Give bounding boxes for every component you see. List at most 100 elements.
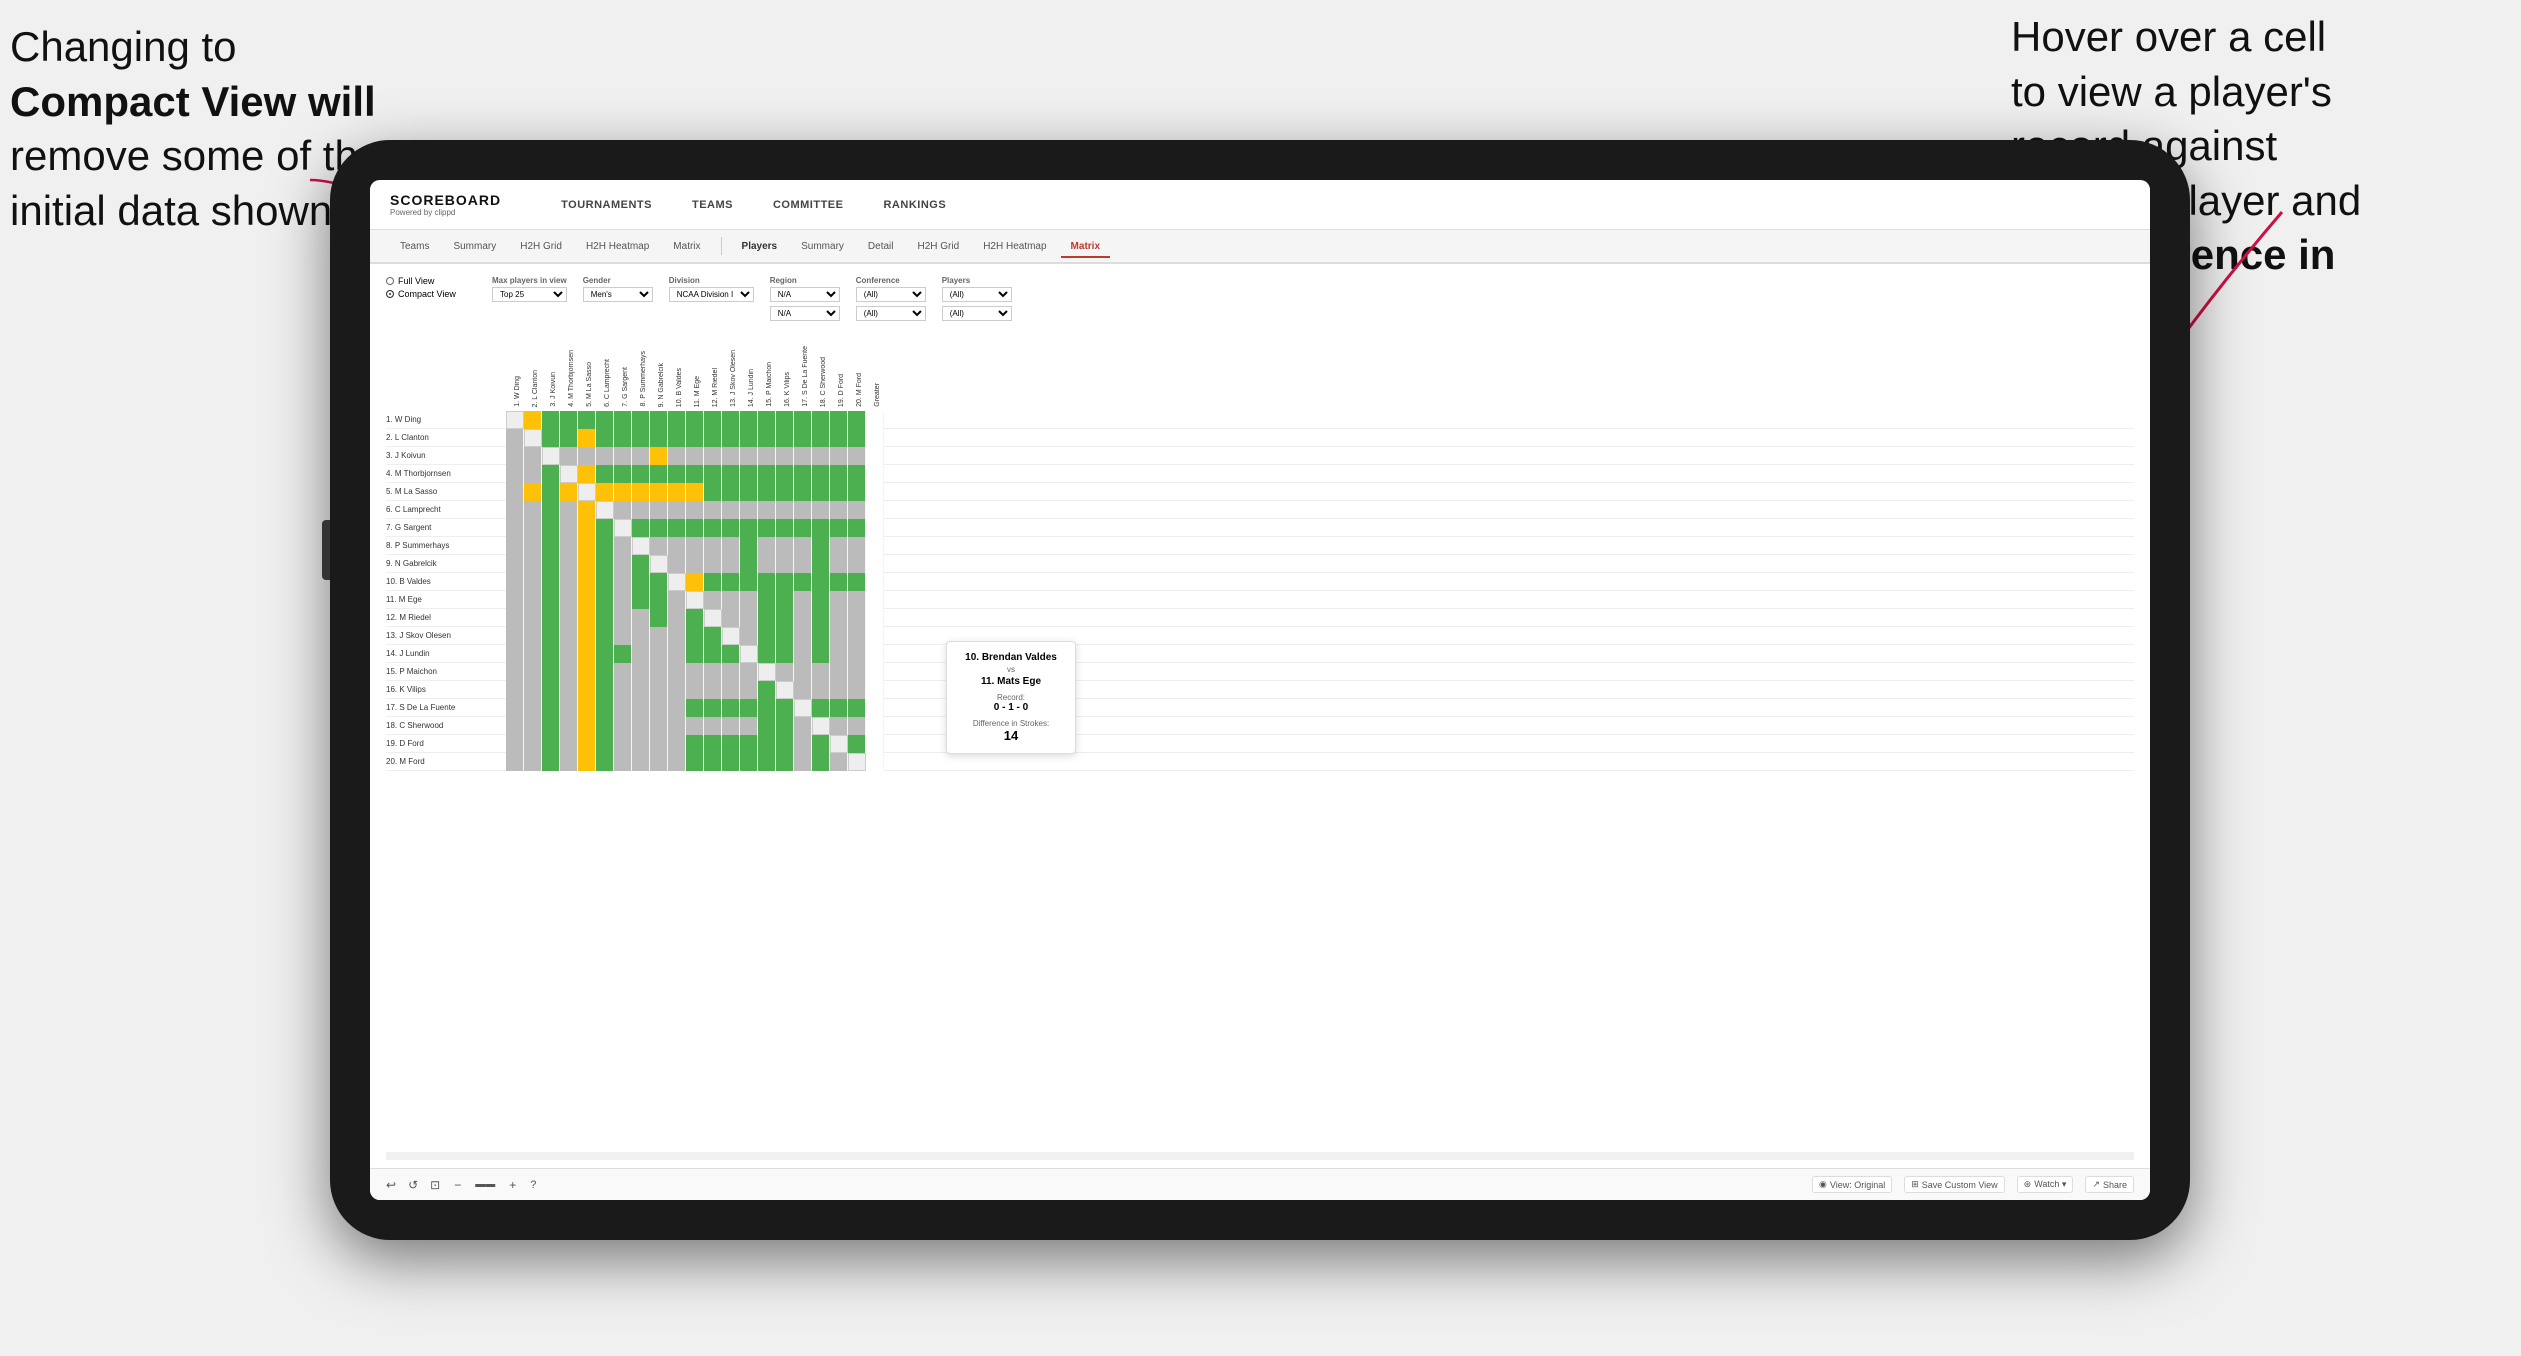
matrix-cell[interactable] [614, 447, 632, 465]
matrix-cell[interactable] [866, 519, 884, 537]
matrix-cell[interactable] [740, 447, 758, 465]
matrix-cell[interactable] [740, 537, 758, 555]
zoom-plus-btn[interactable]: + [507, 1178, 518, 1192]
matrix-cell[interactable] [650, 699, 668, 717]
matrix-cell[interactable] [578, 645, 596, 663]
matrix-cell[interactable] [596, 645, 614, 663]
tab-h2h-heatmap-1[interactable]: H2H Heatmap [576, 237, 659, 258]
matrix-cell[interactable] [776, 591, 794, 609]
matrix-cell[interactable] [524, 609, 542, 627]
matrix-cell[interactable] [686, 483, 704, 501]
matrix-cell[interactable] [794, 447, 812, 465]
matrix-cell[interactable] [812, 483, 830, 501]
matrix-cell[interactable] [578, 573, 596, 591]
matrix-cell[interactable] [758, 411, 776, 429]
matrix-cell[interactable] [848, 447, 866, 465]
matrix-cell[interactable] [506, 555, 524, 573]
matrix-cell[interactable] [758, 699, 776, 717]
matrix-cell[interactable] [848, 501, 866, 519]
matrix-cell[interactable] [614, 609, 632, 627]
matrix-cell[interactable] [848, 483, 866, 501]
matrix-cell[interactable] [794, 411, 812, 429]
matrix-cell[interactable] [524, 753, 542, 771]
matrix-cell[interactable] [614, 753, 632, 771]
matrix-cell[interactable] [596, 555, 614, 573]
matrix-cell[interactable] [596, 753, 614, 771]
matrix-cell[interactable] [632, 465, 650, 483]
matrix-cell[interactable] [830, 609, 848, 627]
matrix-cell[interactable] [812, 717, 830, 735]
matrix-cell[interactable] [866, 609, 884, 627]
matrix-cell[interactable] [542, 411, 560, 429]
matrix-cell[interactable] [542, 519, 560, 537]
matrix-cell[interactable] [542, 735, 560, 753]
matrix-cell[interactable] [758, 735, 776, 753]
matrix-cell[interactable] [632, 501, 650, 519]
matrix-cell[interactable] [524, 429, 542, 447]
matrix-cell[interactable] [704, 681, 722, 699]
matrix-cell[interactable] [686, 699, 704, 717]
nav-rankings[interactable]: RANKINGS [883, 199, 946, 211]
matrix-cell[interactable] [848, 735, 866, 753]
matrix-cell[interactable] [866, 465, 884, 483]
matrix-cell[interactable] [794, 627, 812, 645]
matrix-cell[interactable] [758, 483, 776, 501]
matrix-cell[interactable] [578, 537, 596, 555]
save-custom-btn[interactable]: ⊞ Save Custom View [1904, 1176, 2004, 1193]
matrix-cell[interactable] [866, 663, 884, 681]
matrix-cell[interactable] [578, 429, 596, 447]
matrix-cell[interactable] [524, 501, 542, 519]
matrix-cell[interactable] [614, 591, 632, 609]
matrix-cell[interactable] [722, 447, 740, 465]
matrix-cell[interactable] [686, 501, 704, 519]
matrix-cell[interactable] [830, 717, 848, 735]
matrix-cell[interactable] [632, 483, 650, 501]
matrix-cell[interactable] [776, 465, 794, 483]
matrix-cell[interactable] [812, 537, 830, 555]
matrix-cell[interactable] [722, 555, 740, 573]
matrix-cell[interactable] [578, 483, 596, 501]
matrix-cell[interactable] [740, 411, 758, 429]
zoom-minus-btn[interactable]: − [452, 1178, 463, 1192]
matrix-cell[interactable] [848, 591, 866, 609]
matrix-cell[interactable] [812, 465, 830, 483]
matrix-cell[interactable] [506, 735, 524, 753]
tab-summary-1[interactable]: Summary [443, 237, 506, 258]
matrix-cell[interactable] [776, 501, 794, 519]
matrix-cell[interactable] [632, 447, 650, 465]
matrix-cell[interactable] [524, 465, 542, 483]
matrix-cell[interactable] [506, 681, 524, 699]
matrix-cell[interactable] [776, 609, 794, 627]
matrix-cell[interactable] [686, 591, 704, 609]
matrix-cell[interactable] [812, 735, 830, 753]
matrix-cell[interactable] [722, 645, 740, 663]
matrix-cell[interactable] [776, 429, 794, 447]
matrix-cell[interactable] [596, 411, 614, 429]
matrix-cell[interactable] [794, 483, 812, 501]
matrix-cell[interactable] [596, 591, 614, 609]
matrix-cell[interactable] [578, 681, 596, 699]
matrix-cell[interactable] [812, 555, 830, 573]
matrix-cell[interactable] [632, 555, 650, 573]
matrix-cell[interactable] [794, 699, 812, 717]
compact-view-option[interactable]: Compact View [386, 289, 476, 299]
matrix-cell[interactable] [686, 609, 704, 627]
matrix-cell[interactable] [704, 645, 722, 663]
matrix-cell[interactable] [560, 735, 578, 753]
matrix-cell[interactable] [776, 627, 794, 645]
gender-select[interactable]: Men's [583, 287, 653, 302]
matrix-cell[interactable] [650, 573, 668, 591]
matrix-cell[interactable] [704, 429, 722, 447]
matrix-cell[interactable] [776, 447, 794, 465]
matrix-cell[interactable] [668, 555, 686, 573]
matrix-cell[interactable] [704, 591, 722, 609]
compact-view-radio[interactable] [386, 290, 394, 298]
matrix-cell[interactable] [848, 465, 866, 483]
matrix-cell[interactable] [542, 699, 560, 717]
matrix-cell[interactable] [758, 429, 776, 447]
matrix-cell[interactable] [758, 573, 776, 591]
matrix-cell[interactable] [776, 483, 794, 501]
matrix-cell[interactable] [776, 645, 794, 663]
matrix-cell[interactable] [650, 555, 668, 573]
matrix-cell[interactable] [596, 609, 614, 627]
